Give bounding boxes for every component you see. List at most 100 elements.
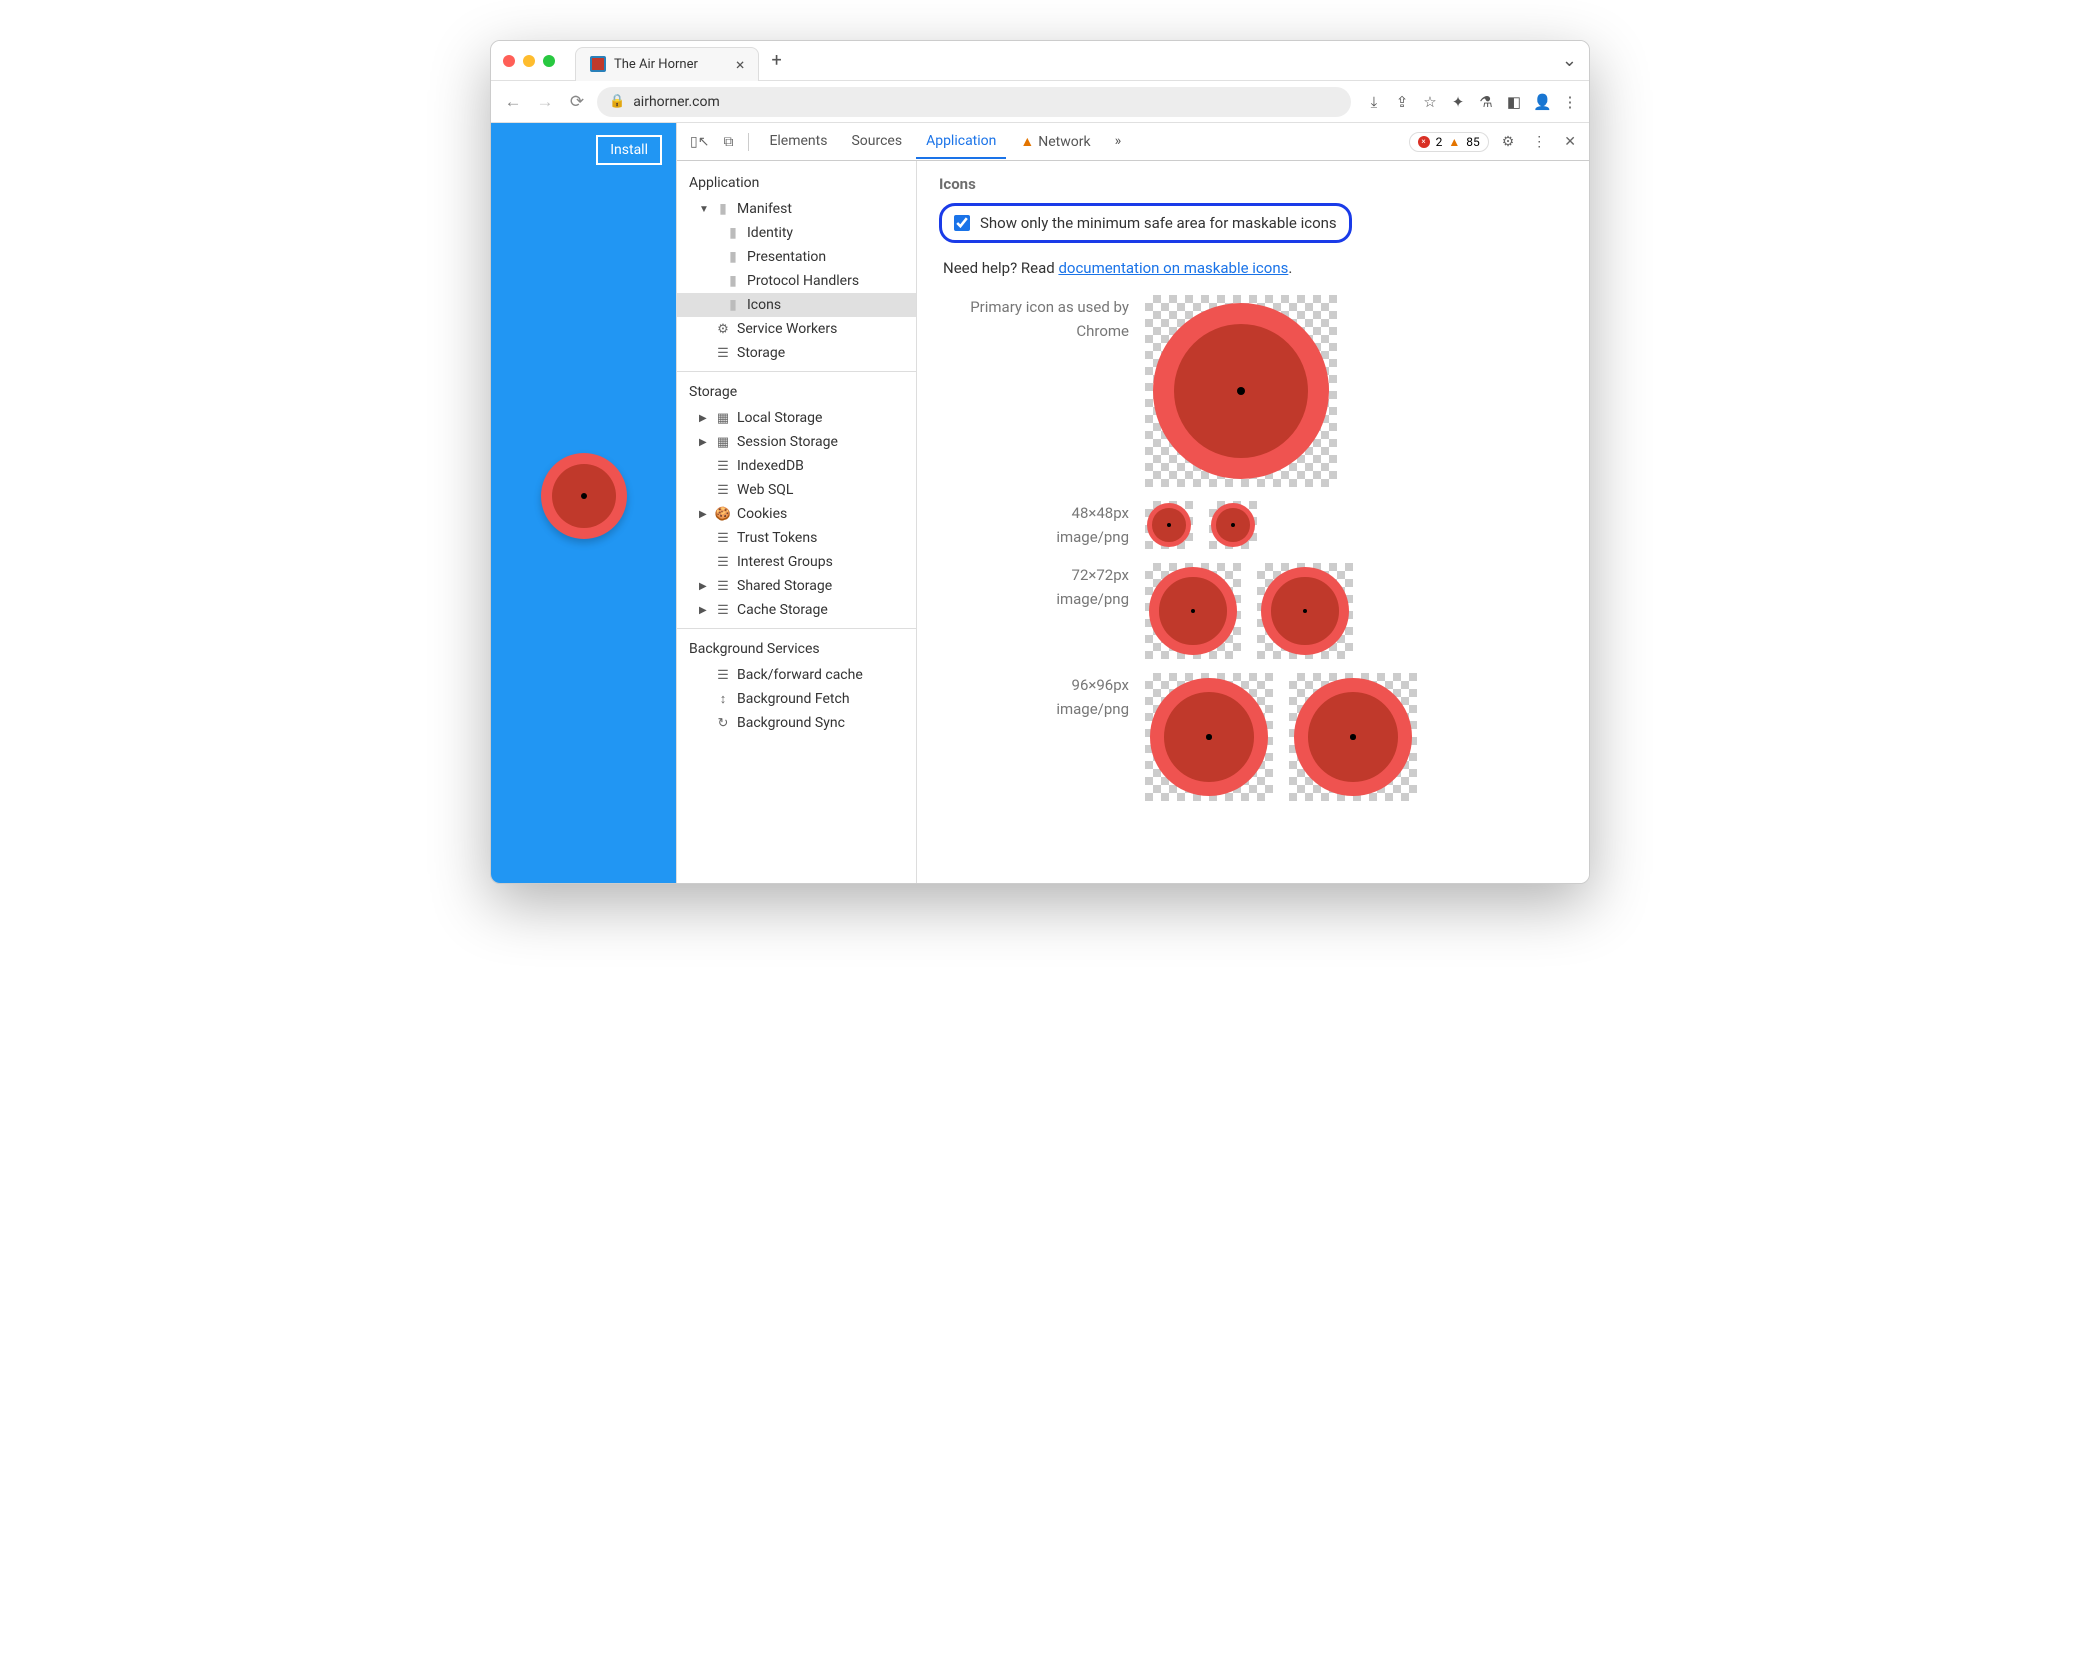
icon-preview — [1257, 563, 1353, 659]
file-icon — [725, 225, 741, 241]
sidebar-item-background-sync[interactable]: ↻Background Sync — [677, 711, 916, 735]
error-count: 2 — [1436, 135, 1443, 149]
help-link[interactable]: documentation on maskable icons — [1058, 259, 1288, 277]
help-text: Need help? Read documentation on maskabl… — [943, 259, 1567, 277]
sidebar-item-shared-storage[interactable]: ▶☰Shared Storage — [677, 574, 916, 598]
icon-preview — [1145, 295, 1337, 487]
sidebar-item-cache-storage[interactable]: ▶☰Cache Storage — [677, 598, 916, 622]
section-storage: Storage — [677, 378, 916, 406]
install-button[interactable]: Install — [596, 135, 662, 165]
gear-icon: ⚙ — [715, 321, 731, 337]
sidebar-item-service-workers[interactable]: ⚙Service Workers — [677, 317, 916, 341]
sync-icon: ↻ — [715, 715, 731, 731]
tab-network[interactable]: ▲Network — [1010, 125, 1100, 159]
settings-icon[interactable]: ⚙ — [1497, 132, 1520, 152]
maximize-window-button[interactable] — [543, 55, 555, 67]
database-icon: ☰ — [715, 530, 731, 546]
section-background-services: Background Services — [677, 635, 916, 663]
sidebar-item-session-storage[interactable]: ▶▦Session Storage — [677, 430, 916, 454]
section-application: Application — [677, 169, 916, 197]
icon-preview — [1145, 563, 1241, 659]
sidebar-item-indexeddb[interactable]: ☰IndexedDB — [677, 454, 916, 478]
url-text: airhorner.com — [633, 94, 720, 110]
extensions-icon[interactable]: ✦ — [1449, 93, 1467, 111]
icon-row-label: 96×96pximage/png — [939, 673, 1129, 721]
titlebar: The Air Horner × + ⌄ — [491, 41, 1589, 81]
back-button[interactable]: ← — [501, 92, 525, 112]
close-window-button[interactable] — [503, 55, 515, 67]
browser-tab[interactable]: The Air Horner × — [575, 47, 759, 81]
error-icon: × — [1418, 136, 1430, 148]
more-tabs-icon[interactable]: » — [1105, 125, 1132, 159]
tab-application[interactable]: Application — [916, 125, 1006, 159]
grid-icon: ▦ — [715, 410, 731, 426]
icons-panel: Icons Show only the minimum safe area fo… — [917, 161, 1589, 883]
device-toggle-icon[interactable]: ⧉ — [718, 132, 738, 152]
devtools-tabs: Elements Sources Application ▲Network » — [759, 125, 1131, 159]
tab-title: The Air Horner — [614, 57, 698, 72]
share-icon[interactable]: ⇪ — [1393, 93, 1411, 111]
sidebar-item-bfcache[interactable]: ☰Back/forward cache — [677, 663, 916, 687]
url-toolbar: ← → ⟳ 🔒 airhorner.com ⤓ ⇪ ☆ ✦ ⚗ ◧ 👤 ⋮ — [491, 81, 1589, 123]
side-panel-icon[interactable]: ◧ — [1505, 93, 1523, 111]
icon-preview — [1209, 501, 1257, 549]
devtools-menu-icon[interactable]: ⋮ — [1527, 132, 1551, 152]
icon-row-label: 48×48pximage/png — [939, 501, 1129, 549]
new-tab-button[interactable]: + — [771, 50, 781, 71]
browser-window: The Air Horner × + ⌄ ← → ⟳ 🔒 airhorner.c… — [490, 40, 1590, 884]
sidebar-item-local-storage[interactable]: ▶▦Local Storage — [677, 406, 916, 430]
sidebar-item-presentation[interactable]: Presentation — [677, 245, 916, 269]
close-devtools-icon[interactable]: ✕ — [1559, 132, 1581, 152]
airhorn-button[interactable] — [541, 453, 627, 539]
icon-row: Primary icon as used byChrome — [939, 295, 1567, 487]
bookmark-icon[interactable]: ☆ — [1421, 93, 1439, 111]
cookie-icon: 🍪 — [715, 506, 731, 522]
lock-icon: 🔒 — [609, 94, 625, 109]
reload-button[interactable]: ⟳ — [565, 92, 589, 112]
close-tab-icon[interactable]: × — [736, 55, 745, 74]
sidebar-item-icons[interactable]: Icons — [677, 293, 916, 317]
sidebar-item-protocol-handlers[interactable]: Protocol Handlers — [677, 269, 916, 293]
file-icon — [725, 249, 741, 265]
grid-icon: ▦ — [715, 434, 731, 450]
forward-button[interactable]: → — [533, 92, 557, 112]
database-icon: ☰ — [715, 458, 731, 474]
devtools-panel: ▯↖ ⧉ Elements Sources Application ▲Netwo… — [676, 123, 1589, 883]
file-icon — [725, 273, 741, 289]
maskable-checkbox-row: Show only the minimum safe area for mask… — [939, 203, 1352, 243]
menu-icon[interactable]: ⋮ — [1561, 93, 1579, 111]
sidebar-item-trust-tokens[interactable]: ☰Trust Tokens — [677, 526, 916, 550]
sidebar-item-cookies[interactable]: ▶🍪Cookies — [677, 502, 916, 526]
application-sidebar: Application ▼Manifest Identity Presentat… — [677, 161, 917, 883]
database-icon: ☰ — [715, 578, 731, 594]
icon-preview — [1145, 673, 1273, 801]
warn-count: 85 — [1466, 135, 1480, 149]
profile-icon[interactable]: 👤 — [1533, 93, 1551, 111]
fetch-icon: ↕ — [715, 691, 731, 707]
issues-pill[interactable]: × 2 ▲ 85 — [1409, 132, 1489, 152]
file-icon — [725, 297, 741, 313]
address-bar[interactable]: 🔒 airhorner.com — [597, 87, 1351, 117]
tabs-menu-icon[interactable]: ⌄ — [1562, 50, 1577, 71]
icon-preview — [1289, 673, 1417, 801]
labs-icon[interactable]: ⚗ — [1477, 93, 1495, 111]
sidebar-item-manifest[interactable]: ▼Manifest — [677, 197, 916, 221]
sidebar-item-storage[interactable]: ☰Storage — [677, 341, 916, 365]
tab-sources[interactable]: Sources — [841, 125, 912, 159]
favicon — [590, 56, 606, 72]
tab-elements[interactable]: Elements — [759, 125, 837, 159]
file-icon — [715, 201, 731, 217]
install-icon[interactable]: ⤓ — [1365, 93, 1383, 111]
sidebar-item-interest-groups[interactable]: ☰Interest Groups — [677, 550, 916, 574]
webpage-viewport: Install — [491, 123, 676, 883]
sidebar-item-web-sql[interactable]: ☰Web SQL — [677, 478, 916, 502]
url-actions: ⤓ ⇪ ☆ ✦ ⚗ ◧ 👤 ⋮ — [1365, 93, 1579, 111]
sidebar-item-identity[interactable]: Identity — [677, 221, 916, 245]
inspect-icon[interactable]: ▯↖ — [685, 132, 714, 152]
sidebar-item-background-fetch[interactable]: ↕Background Fetch — [677, 687, 916, 711]
maskable-checkbox[interactable] — [954, 215, 970, 231]
minimize-window-button[interactable] — [523, 55, 535, 67]
icon-row-label: 72×72pximage/png — [939, 563, 1129, 611]
window-controls — [503, 55, 555, 67]
panel-title: Icons — [939, 175, 1567, 193]
